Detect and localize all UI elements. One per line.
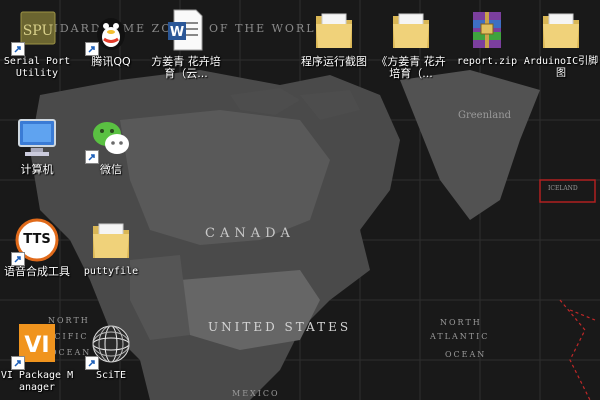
desktop-icon-scite[interactable]: SciTE [72, 320, 150, 382]
map-label-north: NORTH [440, 318, 482, 327]
shortcut-arrow-icon [11, 252, 25, 266]
desktop-icon-label: 计算机 [20, 163, 54, 176]
desktop-icon-label: report.zip [456, 56, 518, 67]
desktop-icon-label: 腾讯QQ [91, 55, 131, 68]
desktop-icon-label: VI Package Manager [0, 370, 74, 393]
desktop-icon-label: 《方姜青 花卉培育（... [376, 55, 446, 80]
map-label-atlantic: ATLANTIC [430, 332, 490, 341]
desktop-icon-folder-puttyfile[interactable]: puttyfile [72, 216, 150, 278]
map-label-ocean: OCEAN [445, 350, 487, 359]
svg-text:VI: VI [24, 333, 49, 358]
desktop-icon-label: ArduinoIC引脚图 [523, 56, 599, 79]
word-document-icon: W [162, 6, 210, 54]
desktop-icon-word-document[interactable]: W 方姜青 花卉培育（云... [147, 6, 225, 80]
desktop-icon-label: 程序运行截图 [301, 55, 367, 68]
folder-icon [310, 6, 358, 54]
map-label-mexico: MEXICO [232, 389, 280, 398]
desktop-icon-folder-flower-cultivation[interactable]: 《方姜青 花卉培育（... [372, 6, 450, 80]
desktop-icon-qq[interactable]: 腾讯QQ [72, 6, 150, 68]
winrar-archive-icon [463, 6, 511, 54]
svg-text:TTS: TTS [23, 232, 50, 247]
desktop-icon-vi-package-manager[interactable]: VI VI Package Manager [0, 320, 76, 394]
svg-text:SPU: SPU [23, 23, 54, 39]
desktop-icon-label: 方姜青 花卉培育（云... [151, 55, 221, 80]
vi-package-manager-icon: VI [11, 320, 61, 370]
desktop-icon-tts-tool[interactable]: TTS 语音合成工具 [0, 216, 76, 278]
shortcut-arrow-icon [11, 42, 25, 56]
desktop-icon-folder-arduino[interactable]: ArduinoIC引脚图 [522, 6, 600, 80]
desktop-icon-label: Serial Port Utility [3, 56, 71, 79]
desktop-icon-label: puttyfile [83, 266, 139, 277]
desktop-icon-serial-port-utility[interactable]: SPU Serial Port Utility [0, 6, 76, 80]
map-label-canada: CANADA [205, 226, 295, 241]
tts-icon: TTS [11, 216, 61, 266]
desktop-icon-label: SciTE [95, 370, 127, 381]
shortcut-arrow-icon [85, 356, 99, 370]
folder-icon [87, 216, 135, 264]
folder-icon [537, 6, 585, 54]
folder-icon [387, 6, 435, 54]
wechat-icon [85, 114, 135, 164]
svg-text:W: W [170, 25, 184, 40]
desktop-icon-folder-screenshots[interactable]: 程序运行截图 [295, 6, 373, 68]
desktop-icon-report-zip[interactable]: report.zip [448, 6, 526, 68]
desktop-icon-wechat[interactable]: 微信 [72, 114, 150, 176]
map-label-iceland: ICELAND [548, 185, 578, 192]
desktop-icon-label: 微信 [100, 163, 122, 176]
shortcut-arrow-icon [85, 150, 99, 164]
map-label-united-states: UNITED STATES [208, 320, 352, 334]
desktop-icon-computer[interactable]: 计算机 [0, 114, 76, 176]
qq-penguin-icon [85, 6, 135, 56]
serial-port-utility-icon: SPU [11, 6, 61, 56]
desktop-icon-label: 语音合成工具 [4, 265, 70, 278]
computer-icon [13, 114, 61, 162]
map-label-greenland: Greenland [458, 110, 512, 121]
shortcut-arrow-icon [85, 42, 99, 56]
shortcut-arrow-icon [11, 356, 25, 370]
scite-icon [85, 320, 135, 370]
